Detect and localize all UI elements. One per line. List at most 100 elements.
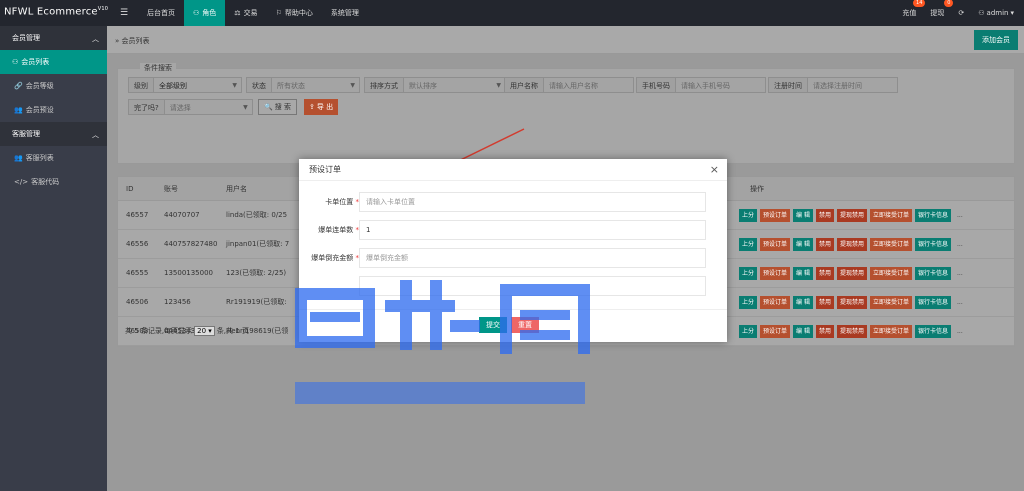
cell-account: 440757827480 <box>164 240 218 248</box>
status-select[interactable]: 所有状态 ▼ <box>272 77 360 93</box>
amount-input[interactable]: 爆单倒充金额 <box>359 248 706 268</box>
sidebar-item-service-code[interactable]: </> 客服代码 <box>0 170 107 194</box>
phone-input[interactable]: 请输入手机号码 <box>676 77 766 93</box>
order-count-input[interactable]: 1 <box>359 220 706 240</box>
more-button[interactable]: ... <box>954 267 966 280</box>
bank-info-button[interactable]: 银行卡信息 <box>915 237 952 251</box>
row-actions: 上分 预设订单编 辑禁用 提现禁用 立即接受订单 银行卡信息... <box>739 208 966 222</box>
sidebar-group-members[interactable]: 会员管理 ︿ <box>0 26 107 50</box>
card-position-input[interactable]: 请输入卡单位置 <box>359 192 706 212</box>
edit-button[interactable]: 编 辑 <box>793 208 813 222</box>
user-icon: ⚇ <box>193 9 200 17</box>
watermark-graphic <box>295 280 590 404</box>
breadcrumb: » 会员列表 <box>115 37 150 45</box>
regtime-input[interactable]: 请选择注册时间 <box>808 77 898 93</box>
nav-role[interactable]: ⚇ 角色 <box>184 0 226 26</box>
bank-info-button[interactable]: 银行卡信息 <box>915 295 952 309</box>
withdraw-disable-button[interactable]: 提现禁用 <box>836 237 867 251</box>
cell-id: 46506 <box>126 298 149 306</box>
more-button[interactable]: ... <box>954 209 966 222</box>
disable-button[interactable]: 禁用 <box>815 208 834 222</box>
preset-order-button[interactable]: 预设订单 <box>760 266 791 280</box>
more-button[interactable]: ... <box>954 325 966 338</box>
sort-select[interactable]: 默认排序 ▼ <box>404 77 506 93</box>
edit-button[interactable]: 编 辑 <box>793 295 813 309</box>
sidebar-item-member-list[interactable]: ⚇ 会员列表 <box>0 50 107 74</box>
search-button[interactable]: 🔍 搜 索 <box>258 99 297 115</box>
card-position-row: 卡单位置 * 请输入卡单位置 <box>299 192 727 212</box>
user-menu[interactable]: ⚇ admin ▾ <box>978 9 1014 17</box>
link-icon: 🔗 <box>14 82 23 90</box>
more-button[interactable]: ... <box>954 238 966 251</box>
complete-field: 完了吗? 请选择 ▼ <box>128 99 253 115</box>
export-button[interactable]: ⇪ 导 出 <box>304 99 339 115</box>
preset-order-button[interactable]: 预设订单 <box>760 237 791 251</box>
add-points-button[interactable]: 上分 <box>739 237 758 251</box>
disable-button[interactable]: 禁用 <box>815 295 834 309</box>
edit-button[interactable]: 编 辑 <box>793 324 813 338</box>
users-icon: 👥 <box>14 154 23 162</box>
search-panel: 条件搜索 级别 全部级别 ▼ 状态 所有状态 ▼ 排序方式 默认排序 ▼ 用户名称 请… <box>117 63 1015 164</box>
sidebar: 会员管理 ︿ ⚇ 会员列表 🔗 会员等级 👥 会员预设 客服管理 ︿ 👥 客服列表 </> 客… <box>0 26 107 491</box>
sidebar-item-member-preset[interactable]: 👥 会员预设 <box>0 98 107 122</box>
more-button[interactable]: ... <box>954 296 966 309</box>
disable-button[interactable]: 禁用 <box>815 237 834 251</box>
accept-order-button[interactable]: 立即接受订单 <box>869 324 912 338</box>
refresh-button[interactable]: ⟳ <box>958 9 964 17</box>
page-size-select[interactable]: 20 ▾ <box>194 326 215 336</box>
sidebar-item-service-list[interactable]: 👥 客服列表 <box>0 146 107 170</box>
add-points-button[interactable]: 上分 <box>739 266 758 280</box>
search-legend: 条件搜索 <box>140 63 176 73</box>
accept-order-button[interactable]: 立即接受订单 <box>869 295 912 309</box>
code-icon: </> <box>14 178 29 186</box>
preset-order-button[interactable]: 预设订单 <box>760 208 791 222</box>
nav-system[interactable]: 系统管理 <box>322 0 368 26</box>
cell-id: 46555 <box>126 269 149 277</box>
add-member-button[interactable]: 添加会员 <box>974 30 1018 50</box>
accept-order-button[interactable]: 立即接受订单 <box>869 266 912 280</box>
bank-info-button[interactable]: 银行卡信息 <box>915 266 952 280</box>
pager: 共 5 条记录,每页显示 20 ▾ 条,共 1 页 <box>125 326 249 336</box>
username-input[interactable]: 请输入用户名称 <box>544 77 634 93</box>
disable-button[interactable]: 禁用 <box>815 324 834 338</box>
search-icon: 🔍 <box>264 103 273 111</box>
add-points-button[interactable]: 上分 <box>739 295 758 309</box>
nav-home[interactable]: 后台首页 <box>138 0 184 26</box>
bank-info-button[interactable]: 银行卡信息 <box>915 208 952 222</box>
caret-down-icon: ▼ <box>350 82 355 89</box>
row-actions: 上分 预设订单编 辑禁用 提现禁用 立即接受订单 银行卡信息... <box>739 295 966 309</box>
nav-trade[interactable]: ⚖ 交易 <box>225 0 266 26</box>
top-bar: NFWL EcommerceV10 ☰ 后台首页 ⚇ 角色 ⚖ 交易 ⚐ 帮助中心 系… <box>0 0 1024 26</box>
edit-button[interactable]: 编 辑 <box>793 266 813 280</box>
cell-account: 123456 <box>164 298 191 306</box>
order-count-row: 爆单连单数 * 1 <box>299 220 727 240</box>
bank-info-button[interactable]: 银行卡信息 <box>915 324 952 338</box>
withdraw-disable-button[interactable]: 提现禁用 <box>836 295 867 309</box>
withdraw-disable-button[interactable]: 提现禁用 <box>836 266 867 280</box>
level-select[interactable]: 全部级别 ▼ <box>154 77 242 93</box>
withdraw-link[interactable]: 提现 0 <box>930 0 954 18</box>
accept-order-button[interactable]: 立即接受订单 <box>869 237 912 251</box>
export-icon: ⇪ <box>309 103 315 111</box>
sidebar-group-service[interactable]: 客服管理 ︿ <box>0 122 107 146</box>
cell-account: 13500135000 <box>164 269 213 277</box>
withdraw-disable-button[interactable]: 提现禁用 <box>836 324 867 338</box>
nav-help[interactable]: ⚐ 帮助中心 <box>267 0 322 26</box>
amount-row: 爆单倒充金额 * 爆单倒充金额 <box>299 248 727 268</box>
withdraw-disable-button[interactable]: 提现禁用 <box>836 208 867 222</box>
breadcrumb-bar: » 会员列表 添加会员 <box>107 26 1024 54</box>
preset-order-button[interactable]: 预设订单 <box>760 324 791 338</box>
sidebar-item-member-level[interactable]: 🔗 会员等级 <box>0 74 107 98</box>
preset-order-button[interactable]: 预设订单 <box>760 295 791 309</box>
close-icon[interactable]: × <box>710 159 719 181</box>
edit-button[interactable]: 编 辑 <box>793 237 813 251</box>
add-points-button[interactable]: 上分 <box>739 324 758 338</box>
complete-select[interactable]: 请选择 ▼ <box>164 99 253 115</box>
recharge-badge: 14 <box>913 0 926 7</box>
accept-order-button[interactable]: 立即接受订单 <box>869 208 912 222</box>
add-points-button[interactable]: 上分 <box>739 208 758 222</box>
recharge-link[interactable]: 充值 14 <box>902 0 926 18</box>
level-field: 级别 全部级别 ▼ <box>128 77 242 93</box>
menu-toggle[interactable]: ☰ <box>110 0 138 26</box>
disable-button[interactable]: 禁用 <box>815 266 834 280</box>
